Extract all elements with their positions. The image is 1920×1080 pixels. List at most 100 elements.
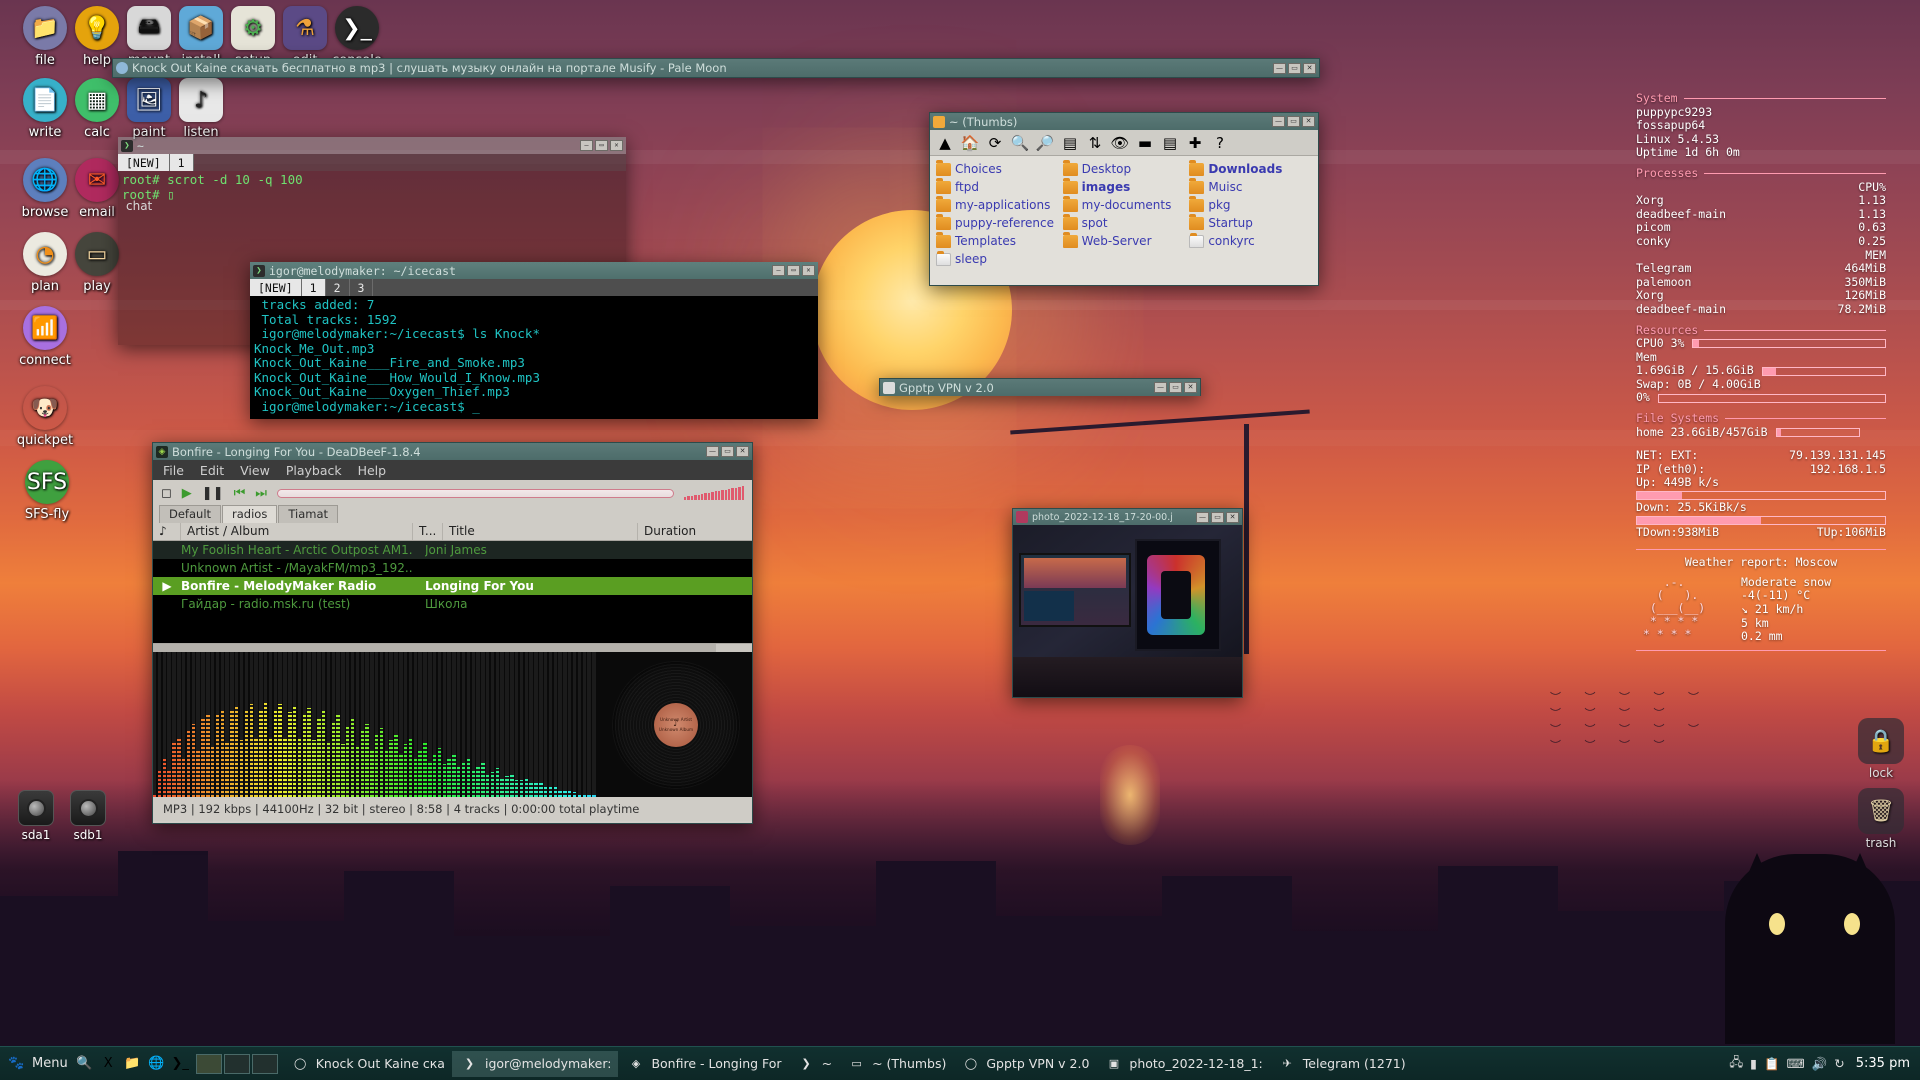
- maximize-button[interactable]: ▭: [721, 446, 734, 457]
- task-button[interactable]: ◈ Bonfire - Longing For: [618, 1051, 788, 1077]
- desktop-icon-lock[interactable]: 🔒 lock: [1848, 718, 1914, 780]
- menu-item-view[interactable]: View: [240, 463, 270, 478]
- window-buttons[interactable]: — ▭ ✕: [706, 446, 749, 457]
- close-button[interactable]: ✕: [736, 446, 749, 457]
- maximize-button[interactable]: ▭: [595, 140, 608, 151]
- minimize-button[interactable]: —: [580, 140, 593, 151]
- file-item[interactable]: Muisc: [1189, 178, 1312, 196]
- window-buttons[interactable]: — ▭ ✕: [580, 140, 623, 151]
- column-header-artist[interactable]: Artist / Album: [181, 523, 413, 540]
- file-item[interactable]: sleep: [936, 250, 1059, 268]
- keyboard-icon[interactable]: ⌨: [1787, 1056, 1805, 1071]
- desktop-icon-SFS-fly[interactable]: SFS SFS-fly: [5, 460, 89, 522]
- maximize-button[interactable]: ▭: [1211, 511, 1224, 523]
- menu-button[interactable]: 🐾 Menu: [0, 1051, 74, 1077]
- file-listing[interactable]: Choices Desktop Downloads ftpd images Muisc my…: [930, 156, 1318, 272]
- minimize-button[interactable]: —: [772, 265, 785, 276]
- network-icon[interactable]: 🖧: [1729, 1053, 1743, 1074]
- workspace-2[interactable]: [223, 1053, 250, 1074]
- task-button[interactable]: ◯ Knock Out Kaine ска: [283, 1051, 452, 1077]
- window-terminal-icecast[interactable]: ❯ igor@melodymaker: ~/icecast — ▭ ✕ [NEW…: [250, 262, 818, 419]
- search-icon[interactable]: 🔍: [74, 1053, 95, 1074]
- next-button[interactable]: ⏭: [255, 487, 267, 500]
- zoom-in-icon[interactable]: 🔍: [1009, 132, 1031, 154]
- minimize-button[interactable]: —: [706, 446, 719, 457]
- volume-icon[interactable]: 🔊: [1812, 1056, 1828, 1072]
- file-item[interactable]: ftpd: [936, 178, 1059, 196]
- playlist-tab-default[interactable]: Default: [159, 505, 222, 523]
- column-header-duration[interactable]: Duration: [638, 523, 752, 540]
- window-buttons[interactable]: — ▭ ✕: [1273, 62, 1316, 74]
- window-buttons[interactable]: — ▭ ✕: [1154, 382, 1197, 393]
- desktop-icon-trash[interactable]: 🗑 trash: [1848, 788, 1914, 850]
- task-button[interactable]: ▣ photo_2022-12-18_1:: [1096, 1051, 1269, 1077]
- zoom-out-icon[interactable]: 🔎: [1034, 132, 1056, 154]
- up-icon[interactable]: ▲: [934, 132, 956, 154]
- terminal-icon[interactable]: ❯_: [170, 1053, 191, 1074]
- playlist-tab-tiamat[interactable]: Tiamat: [278, 505, 339, 523]
- window-palemoon[interactable]: Knock Out Kaine скачать бесплатно в mp3 …: [112, 58, 1320, 78]
- playback-controls[interactable]: ◻ ▶ ❚❚ ⏮ ⏭: [153, 480, 752, 506]
- file-item[interactable]: my-applications: [936, 196, 1059, 214]
- playlist-tabs[interactable]: Default radios Tiamat: [153, 505, 752, 523]
- launcher-group[interactable]: 🔍 X 📁 🌐 ❯_: [74, 1053, 191, 1074]
- file-item[interactable]: Choices: [936, 160, 1059, 178]
- eye-icon[interactable]: 👁: [1109, 132, 1131, 154]
- battery-icon[interactable]: ▮: [1750, 1056, 1757, 1071]
- window-buttons[interactable]: — ▭ ✕: [1196, 511, 1239, 523]
- menu-bar[interactable]: File Edit View Playback Help: [153, 460, 752, 480]
- file-item[interactable]: spot: [1062, 214, 1186, 232]
- list-view-icon[interactable]: ▤: [1059, 132, 1081, 154]
- playlist[interactable]: My Foolish Heart - Arctic Outpost AM1...…: [153, 541, 752, 643]
- terminal-tabs[interactable]: [NEW] 1: [118, 154, 626, 171]
- system-tray[interactable]: 🖧 ▮ 📋 ⌨ 🔊 ↻ 5:35 pm: [1729, 1053, 1920, 1074]
- menu-item-edit[interactable]: Edit: [200, 463, 224, 478]
- menu-item-help[interactable]: Help: [358, 463, 387, 478]
- playlist-row[interactable]: My Foolish Heart - Arctic Outpost AM1...…: [153, 541, 752, 559]
- drive-icon-sdb1[interactable]: sdb1: [58, 790, 118, 842]
- column-header-tracknum[interactable]: T...: [413, 523, 443, 540]
- playlist-row[interactable]: ▶ Bonfire - MelodyMaker Radio Longing For …: [153, 577, 752, 595]
- titlebar[interactable]: ❯ igor@melodymaker: ~/icecast — ▭ ✕: [250, 262, 818, 279]
- file-item[interactable]: puppy-reference: [936, 214, 1059, 232]
- seek-slider[interactable]: [277, 488, 674, 498]
- workspace-3[interactable]: [251, 1053, 278, 1074]
- file-item[interactable]: Downloads: [1189, 160, 1312, 178]
- menu-item-playback[interactable]: Playback: [286, 463, 342, 478]
- pause-button[interactable]: ❚❚: [202, 487, 224, 500]
- drive-icon-sda1[interactable]: sda1: [6, 790, 66, 842]
- task-button[interactable]: ◯ Gpptp VPN v 2.0: [953, 1051, 1096, 1077]
- terminal-tab-2[interactable]: 2: [326, 279, 350, 296]
- column-header-icon[interactable]: ♪: [153, 523, 181, 540]
- task-button[interactable]: ▭ ~ (Thumbs): [839, 1051, 953, 1077]
- clock[interactable]: 5:35 pm: [1852, 1056, 1910, 1071]
- window-gpptp-vpn[interactable]: Gpptp VPN v 2.0 — ▭ ✕: [879, 378, 1201, 396]
- minimize-button[interactable]: —: [1196, 511, 1209, 523]
- task-button[interactable]: ❯ igor@melodymaker:: [451, 1050, 619, 1077]
- minimize-button[interactable]: —: [1154, 382, 1167, 393]
- window-file-manager[interactable]: ~ (Thumbs) — ▭ ✕ ▲ 🏠 ⟳ 🔍 🔎 ▤ ⇅ 👁 ▬ ▤ ✚? Choices Des…: [929, 112, 1319, 286]
- playlist-tab-radios[interactable]: radios: [222, 505, 278, 523]
- maximize-button[interactable]: ▭: [787, 265, 800, 276]
- close-button[interactable]: ✕: [610, 140, 623, 151]
- file-item[interactable]: images: [1062, 178, 1186, 196]
- window-buttons[interactable]: — ▭ ✕: [1272, 116, 1315, 127]
- file-item[interactable]: conkyrc: [1189, 232, 1312, 250]
- window-deadbeef[interactable]: ◈ Bonfire - Longing For You - DeaDBeeF-1…: [152, 442, 753, 824]
- playlist-scrollbar[interactable]: [153, 643, 752, 652]
- folder-icon[interactable]: ▬: [1134, 132, 1156, 154]
- file-item[interactable]: my-documents: [1062, 196, 1186, 214]
- terminal-tab-new[interactable]: [NEW]: [250, 279, 302, 296]
- workspace-1[interactable]: [195, 1053, 222, 1074]
- home-icon[interactable]: 🏠: [959, 132, 981, 154]
- stop-button[interactable]: ◻: [161, 487, 172, 500]
- file-item[interactable]: Web-Server: [1062, 232, 1186, 250]
- file-item[interactable]: Startup: [1189, 214, 1312, 232]
- maximize-button[interactable]: ▭: [1169, 382, 1182, 393]
- terminal-output[interactable]: tracks added: 7 Total tracks: 1592 igor@…: [250, 296, 818, 419]
- titlebar[interactable]: ❯ ~ — ▭ ✕: [118, 137, 626, 154]
- details-icon[interactable]: ▤: [1159, 132, 1181, 154]
- help-icon[interactable]: ?: [1209, 132, 1231, 154]
- file-item[interactable]: Templates: [936, 232, 1059, 250]
- close-button[interactable]: ✕: [1184, 382, 1197, 393]
